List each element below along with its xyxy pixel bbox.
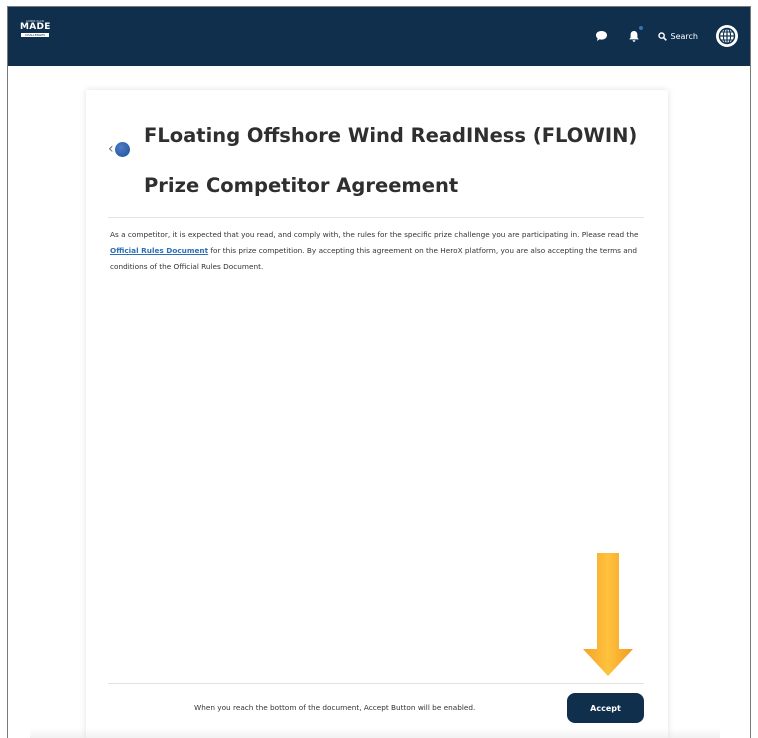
official-rules-link[interactable]: Official Rules Document [110, 246, 208, 255]
logo-main-text: MADE [20, 22, 51, 32]
title-divider [108, 217, 644, 218]
back-button[interactable]: ‹ [108, 140, 130, 158]
user-avatar[interactable] [716, 25, 738, 47]
chevron-left-icon: ‹ [108, 141, 114, 157]
american-made-logo[interactable]: AMERICAN MADE CHALLENGES [20, 20, 50, 40]
navbar-actions: Search [594, 21, 744, 51]
notification-dot [638, 26, 643, 30]
bottom-shadow [30, 728, 720, 738]
search-button[interactable]: Search [657, 31, 698, 41]
agreement-title: FLoating Offshore Wind ReadINess (FLOWIN… [144, 124, 638, 197]
accept-button[interactable]: Accept [567, 693, 644, 723]
top-navbar: AMERICAN MADE CHALLENGES Search [8, 7, 750, 66]
blue-dot-icon [114, 141, 130, 157]
footer-divider [108, 683, 644, 684]
globe-avatar-icon [718, 27, 736, 45]
agreement-body-intro: As a competitor, it is expected that you… [110, 230, 639, 239]
bell-icon[interactable] [626, 26, 643, 44]
footer-note: When you reach the bottom of the documen… [194, 703, 476, 712]
agreement-card: ‹ FLoating Offshore Wind ReadINess (FLOW… [86, 90, 668, 738]
magnifier-icon [657, 31, 667, 41]
chat-bubble-icon[interactable] [594, 28, 610, 44]
agreement-body: As a competitor, it is expected that you… [110, 227, 642, 275]
search-label: Search [670, 31, 698, 41]
logo-small-text: AMERICAN [25, 19, 45, 23]
screen: AMERICAN MADE CHALLENGES Search ‹ FLoati… [0, 0, 758, 738]
logo-bar-text: CHALLENGES [21, 33, 49, 37]
annotation-arrow-icon [583, 553, 633, 676]
